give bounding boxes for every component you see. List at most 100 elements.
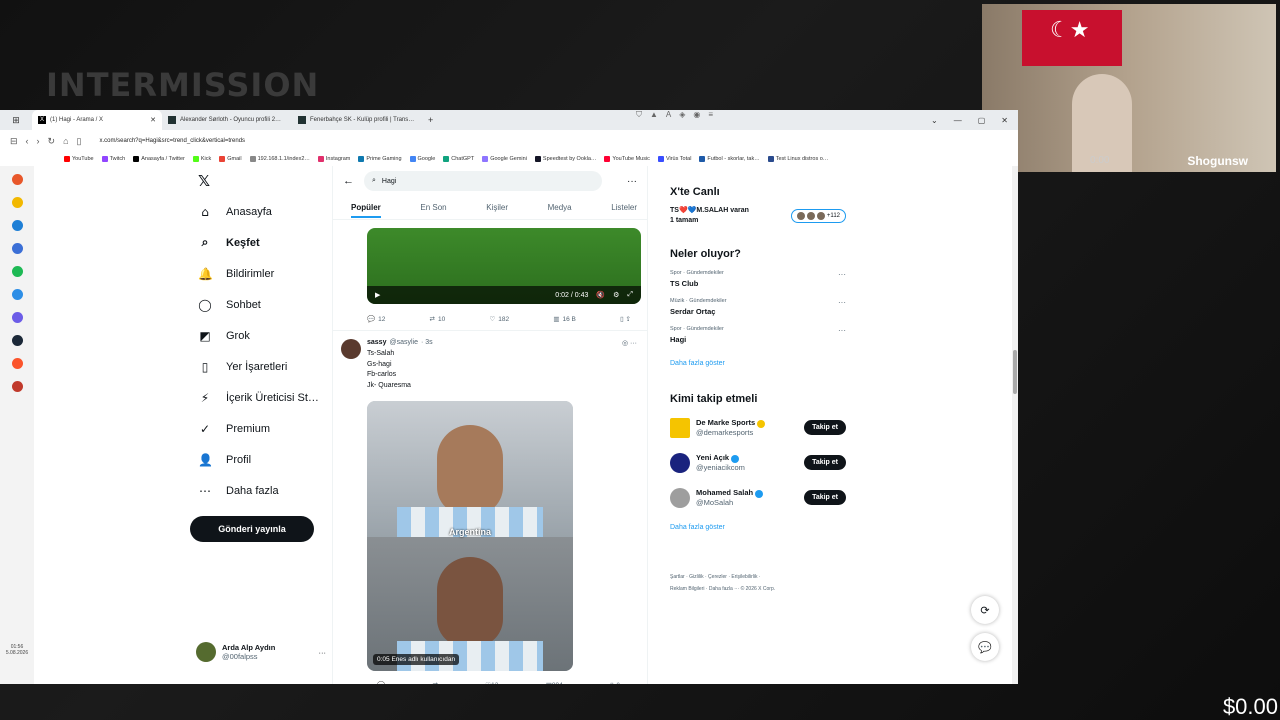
bookmark-item[interactable]: YouTube Music xyxy=(604,156,650,162)
home-icon[interactable]: ⌂ xyxy=(63,136,68,146)
extension-icon[interactable]: ◈ xyxy=(679,110,685,120)
app-icon[interactable] xyxy=(11,243,23,254)
shield-icon[interactable]: ⛉ xyxy=(636,110,642,120)
play-icon[interactable]: ▶ xyxy=(375,291,380,299)
trend-item[interactable]: Müzik · Gündemdekiler Serdar Ortaç ··· xyxy=(670,298,846,316)
wallet-icon[interactable]: ◉ xyxy=(693,110,700,120)
footer-line[interactable]: Reklam Bilgileri · Daha fazla ··· © 2026… xyxy=(670,583,846,595)
nav-item[interactable]: ⚡ İçerik Üreticisi St… xyxy=(190,382,332,413)
app-icon[interactable] xyxy=(11,312,23,323)
new-tab-icon[interactable]: + xyxy=(422,115,439,125)
more-icon[interactable]: ··· xyxy=(838,270,846,288)
more-icon[interactable]: ··· xyxy=(838,326,846,344)
retweet-button[interactable]: ⇄ xyxy=(432,681,437,684)
follow-suggestion[interactable]: Mohamed Salah @MoSalah Takip et xyxy=(670,485,846,510)
steam-icon[interactable] xyxy=(11,335,23,346)
account-switcher[interactable]: Arda Alp Aydın @00falpss ··· xyxy=(196,642,326,662)
bookmark-item[interactable]: Test Linux distros o… xyxy=(767,156,828,162)
tab-sorloth[interactable]: Alexander Sørloth - Oyuncu profili 2… xyxy=(162,110,292,130)
like-button[interactable]: ♡ 182 xyxy=(489,315,509,324)
search-tab[interactable]: Popüler xyxy=(351,203,381,218)
avatar[interactable] xyxy=(670,452,690,473)
nav-item[interactable]: ⌕ Keşfet xyxy=(190,227,332,258)
folder-icon[interactable] xyxy=(11,197,23,208)
bookmark-item[interactable]: ChatGPT xyxy=(443,156,474,162)
nav-item[interactable]: ◯ Sohbet xyxy=(190,289,332,320)
sidebar-toggle-icon[interactable]: ⊟ xyxy=(10,136,18,147)
nav-item[interactable]: ◩ Grok xyxy=(190,320,332,351)
bookmark-item[interactable]: Gmail xyxy=(219,156,242,162)
brave-icon[interactable] xyxy=(11,358,23,369)
tab-fenerbahce[interactable]: Fenerbahçe SK - Kulüp profili | Trans… xyxy=(292,110,422,130)
tweet[interactable]: sassy @sasylie · 3s ◎ ··· Ts-Salah Gs-ha… xyxy=(333,330,647,684)
app-icon[interactable] xyxy=(11,220,23,231)
bookmark-item[interactable]: Virüs Total xyxy=(657,156,691,162)
bookmark-item[interactable]: YouTube xyxy=(64,156,94,162)
translate-icon[interactable]: A xyxy=(666,110,671,120)
bookmark-item[interactable]: Google Gemini xyxy=(482,156,527,162)
bookmark-item[interactable]: 192.168.1.1/index2… xyxy=(249,156,310,162)
retweet-button[interactable]: ⇄ 10 xyxy=(430,315,446,324)
grok-float-button[interactable]: ⟳ xyxy=(971,596,999,624)
bookmark-button[interactable]: ▯ ⇪ xyxy=(620,315,631,323)
back-arrow-icon[interactable]: ← xyxy=(343,175,354,187)
bookmark-item[interactable]: Google xyxy=(409,156,435,162)
tweet-handle[interactable]: @sasylie xyxy=(389,339,418,347)
chevron-down-icon[interactable]: ⌄ xyxy=(931,116,938,125)
bookmark-icon[interactable]: ▯ xyxy=(77,136,82,147)
nav-item[interactable]: 🔔 Bildirimler xyxy=(190,258,332,289)
x-logo-icon[interactable]: 𝕏 xyxy=(198,172,332,190)
follow-suggestion[interactable]: Yeni Açık @yeniacikcom Takip et xyxy=(670,450,846,475)
follow-button[interactable]: Takip et xyxy=(804,490,846,505)
mute-icon[interactable]: 🔇 xyxy=(596,291,605,299)
bookmark-item[interactable]: Twitch xyxy=(101,156,125,162)
fullscreen-icon[interactable]: ⤢ xyxy=(627,291,633,299)
menu-icon[interactable]: ≡ xyxy=(708,110,713,120)
like-button[interactable]: ♡13 xyxy=(485,681,498,684)
tab-hagi-search[interactable]: X (1) Hagi - Arama / X ✕ xyxy=(32,110,162,130)
bookmark-item[interactable]: Instagram xyxy=(317,156,350,162)
show-more-link[interactable]: Daha fazla göster xyxy=(670,524,846,531)
live-item[interactable]: TS❤️💙M.SALAH varan 1 tamam +112 xyxy=(670,206,846,226)
nav-item[interactable]: ⌂ Anasayfa xyxy=(190,196,332,227)
nav-item[interactable]: 👤 Profil xyxy=(190,444,332,475)
settings-icon[interactable]: ⚙ xyxy=(613,291,619,299)
reply-button[interactable]: 💬 12 xyxy=(367,315,385,324)
reload-icon[interactable]: ↻ xyxy=(48,136,56,147)
tweet-author[interactable]: sassy xyxy=(367,339,386,347)
footer-line[interactable]: Şartlar · Gizlilik · Çerezler · Erişileb… xyxy=(670,571,846,583)
app-icon[interactable] xyxy=(11,381,23,392)
app-icon[interactable] xyxy=(11,174,23,185)
views-button[interactable]: ▥ 16 B xyxy=(553,315,576,324)
back-icon[interactable]: ‹ xyxy=(26,136,29,146)
reply-button[interactable]: 💬 xyxy=(377,681,385,684)
views-button[interactable]: ▥894 xyxy=(546,681,563,684)
follow-button[interactable]: Takip et xyxy=(804,420,846,435)
tweet-media[interactable]: Argentina 0:05 Enes adlı kullanıcıdan xyxy=(367,401,573,671)
spotify-icon[interactable] xyxy=(11,266,23,277)
nav-item[interactable]: ⋯ Daha fazla xyxy=(190,475,332,506)
search-tab[interactable]: Listeler xyxy=(611,203,637,212)
nav-item[interactable]: ✓ Premium xyxy=(190,413,332,444)
bookmark-item[interactable]: Prime Gaming xyxy=(358,156,402,162)
windows-icon[interactable]: ⊞ xyxy=(0,115,32,126)
bookmark-item[interactable]: Anasayfa / Twitter xyxy=(133,156,185,162)
more-icon[interactable]: ··· xyxy=(838,298,846,316)
scrollbar[interactable] xyxy=(1012,166,1018,684)
search-tab[interactable]: Medya xyxy=(548,203,572,212)
search-tab[interactable]: En Son xyxy=(420,203,446,212)
nav-item[interactable]: ▯ Yer İşaretleri xyxy=(190,351,332,382)
avatar[interactable] xyxy=(670,417,690,438)
video-player[interactable]: ▶ 0:02 / 0:43 🔇 ⚙ ⤢ xyxy=(367,228,641,304)
messages-float-button[interactable]: 💬 xyxy=(971,633,999,661)
bookmark-item[interactable]: Speedtest by Ookla… xyxy=(534,156,596,162)
trend-item[interactable]: Spor · Gündemdekiler TS Club ··· xyxy=(670,270,846,288)
bookmark-item[interactable]: Kick xyxy=(192,156,211,162)
forward-icon[interactable]: › xyxy=(37,136,40,146)
avatar[interactable] xyxy=(341,339,361,359)
maximize-icon[interactable]: ▢ xyxy=(978,116,986,125)
grok-icon[interactable]: ◎ ··· xyxy=(622,339,637,347)
trend-item[interactable]: Spor · Gündemdekiler Hagi ··· xyxy=(670,326,846,344)
show-more-link[interactable]: Daha fazla göster xyxy=(670,360,846,367)
post-button[interactable]: Gönderi yayınla xyxy=(190,516,314,542)
